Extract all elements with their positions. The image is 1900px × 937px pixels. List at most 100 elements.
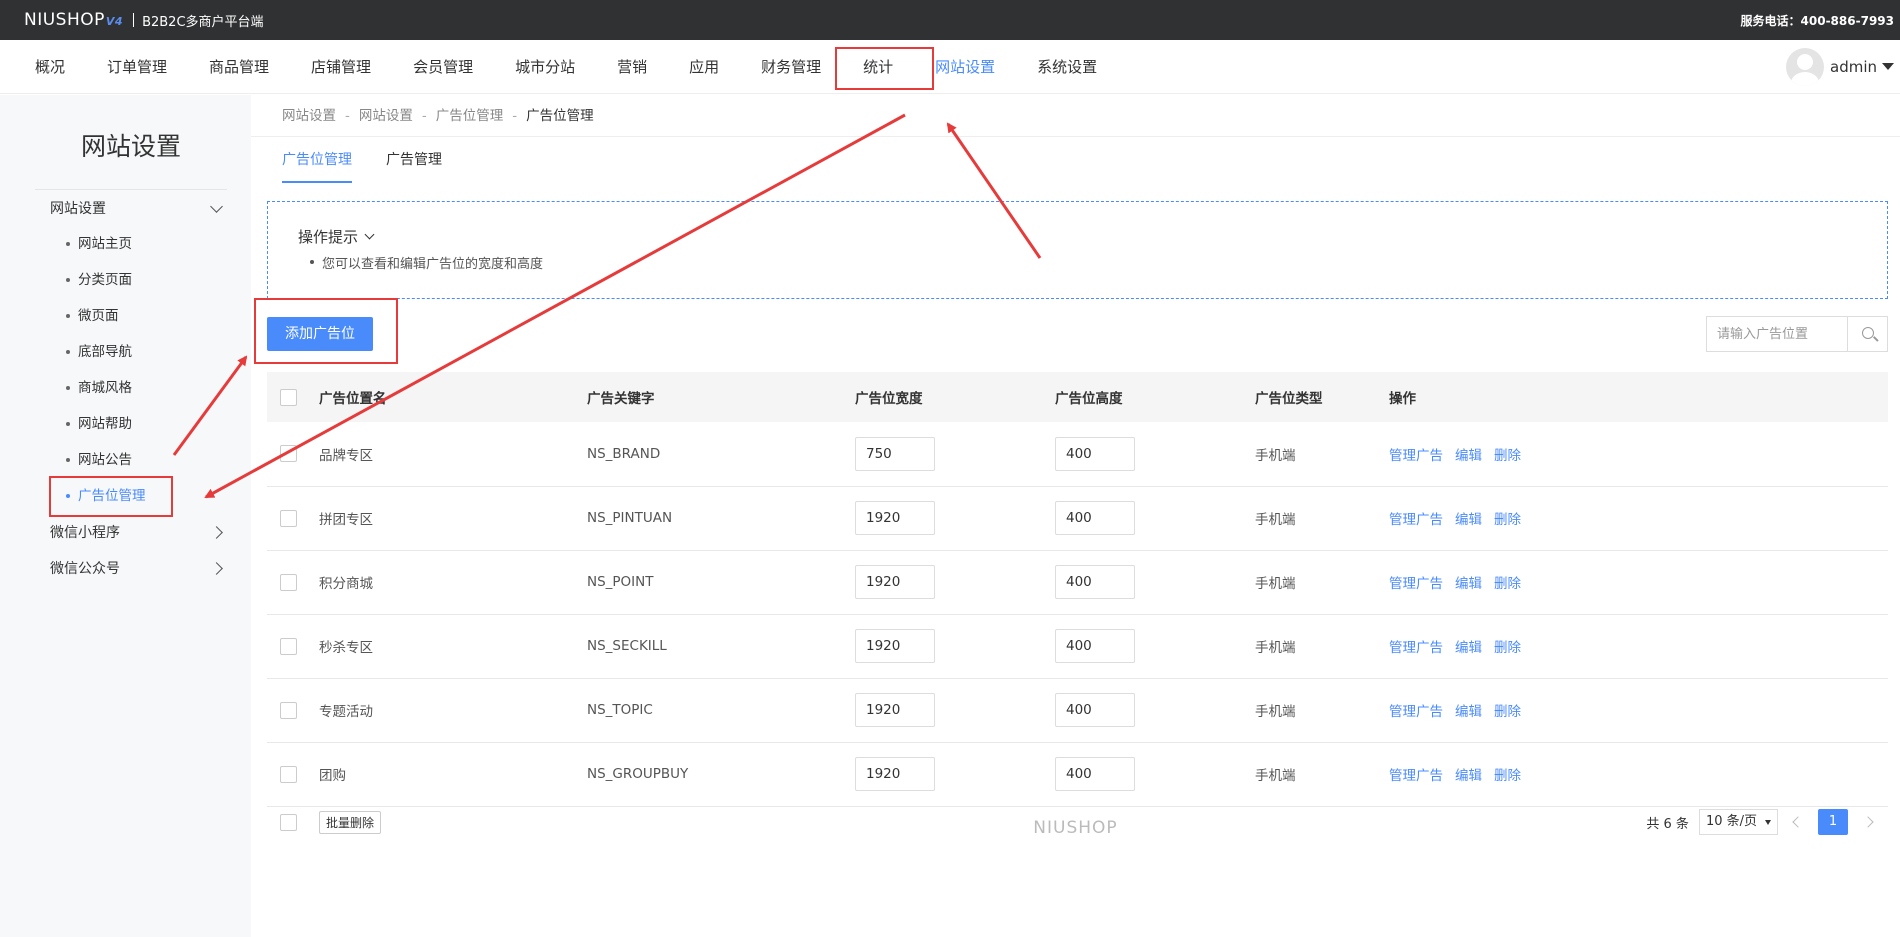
row-checkbox[interactable] xyxy=(280,445,297,463)
nav-members[interactable]: 会员管理 xyxy=(392,40,494,94)
logo[interactable]: NIUSHOPV4 xyxy=(24,10,123,30)
tab-ads[interactable]: 广告管理 xyxy=(386,137,442,183)
nav-shops[interactable]: 店铺管理 xyxy=(290,40,392,94)
width-input[interactable]: 1920 xyxy=(855,693,935,727)
height-input[interactable]: 400 xyxy=(1055,693,1135,727)
row-checkbox[interactable] xyxy=(280,509,297,527)
row-checkbox[interactable] xyxy=(280,573,297,591)
chevron-right-icon xyxy=(210,525,223,539)
avatar xyxy=(1786,47,1824,86)
caret-down-icon xyxy=(1882,63,1894,70)
table-row: 拼团专区 NS_PINTUAN 1920 400 手机端 管理广告 编辑 删除 xyxy=(267,486,1888,550)
service-hotline: 服务电话：400-886-7993 xyxy=(1740,13,1894,28)
edit-link[interactable]: 编辑 xyxy=(1455,704,1482,720)
nav-website-settings[interactable]: 网站设置 xyxy=(914,40,1016,94)
tabs: 广告位管理 广告管理 xyxy=(251,137,1900,183)
platform-name: B2B2C多商户平台端 xyxy=(142,14,264,30)
width-input[interactable]: 1920 xyxy=(855,501,935,535)
nav-system-settings[interactable]: 系统设置 xyxy=(1016,40,1118,94)
cell-keyword: NS_PINTUAN xyxy=(587,510,673,526)
sidebar-group-official-account[interactable]: 微信公众号 xyxy=(50,550,223,586)
delete-link[interactable]: 删除 xyxy=(1494,576,1521,592)
width-input[interactable]: 1920 xyxy=(855,629,935,663)
sidebar-group-website-settings[interactable]: 网站设置 xyxy=(50,190,223,226)
sidebar-item-home[interactable]: 网站主页 xyxy=(66,226,251,262)
ad-slot-table: 广告位置名 广告关键字 广告位宽度 广告位高度 广告位类型 操作 品牌专区 NS… xyxy=(267,372,1888,807)
cell-type: 手机端 xyxy=(1255,576,1296,592)
main-content: 网站设置 - 网站设置 - 广告位管理 - 广告位管理 广告位管理 广告管理 操作提示 您可… xyxy=(251,95,1900,937)
footer-watermark: NIUSHOP xyxy=(1033,818,1118,838)
height-input[interactable]: 400 xyxy=(1055,757,1135,791)
breadcrumb: 网站设置 - 网站设置 - 广告位管理 - 广告位管理 xyxy=(251,95,1900,137)
table-row: 专题活动 NS_TOPIC 1920 400 手机端 管理广告 编辑 删除 xyxy=(267,678,1888,742)
add-ad-slot-button[interactable]: 添加广告位 xyxy=(267,317,373,351)
sidebar-group-mini-program[interactable]: 微信小程序 xyxy=(50,514,223,550)
tab-ad-slots[interactable]: 广告位管理 xyxy=(282,137,352,183)
sidebar-item-notice[interactable]: 网站公告 xyxy=(66,442,251,478)
col-width: 广告位宽度 xyxy=(855,391,923,407)
delete-link[interactable]: 删除 xyxy=(1494,704,1521,720)
edit-link[interactable]: 编辑 xyxy=(1455,640,1482,656)
sidebar-item-ad-slots[interactable]: 广告位管理 xyxy=(66,478,251,514)
width-input[interactable]: 750 xyxy=(855,436,935,471)
user-menu[interactable]: admin xyxy=(1786,47,1900,86)
nav-apps[interactable]: 应用 xyxy=(668,40,740,94)
manage-ads-link[interactable]: 管理广告 xyxy=(1389,512,1443,528)
width-input[interactable]: 1920 xyxy=(855,757,935,791)
nav-finance[interactable]: 财务管理 xyxy=(740,40,842,94)
breadcrumb-item[interactable]: 网站设置 xyxy=(282,108,336,124)
cell-keyword: NS_BRAND xyxy=(587,445,661,462)
edit-link[interactable]: 编辑 xyxy=(1455,512,1482,528)
search-box xyxy=(1706,316,1888,352)
cell-type: 手机端 xyxy=(1255,704,1296,720)
height-input[interactable]: 400 xyxy=(1055,436,1135,471)
height-input[interactable]: 400 xyxy=(1055,501,1135,535)
delete-link[interactable]: 删除 xyxy=(1494,768,1521,784)
row-checkbox[interactable] xyxy=(280,637,297,655)
manage-ads-link[interactable]: 管理广告 xyxy=(1389,576,1443,592)
search-input[interactable] xyxy=(1707,317,1847,351)
nav-statistics[interactable]: 统计 xyxy=(842,40,914,94)
row-checkbox[interactable] xyxy=(280,765,297,783)
delete-link[interactable]: 删除 xyxy=(1494,448,1521,464)
sidebar-item-help[interactable]: 网站帮助 xyxy=(66,406,251,442)
search-icon xyxy=(1862,327,1874,339)
breadcrumb-item[interactable]: 网站设置 xyxy=(359,108,413,124)
nav-orders[interactable]: 订单管理 xyxy=(86,40,188,94)
nav-overview[interactable]: 概况 xyxy=(14,40,86,94)
select-all-checkbox[interactable] xyxy=(280,388,297,406)
row-checkbox[interactable] xyxy=(280,701,297,719)
search-button[interactable] xyxy=(1847,317,1887,351)
sidebar-group-label: 微信小程序 xyxy=(50,525,120,541)
cell-name: 专题活动 xyxy=(319,704,373,720)
cell-keyword: NS_SECKILL xyxy=(587,638,667,654)
cell-name: 团购 xyxy=(319,768,346,784)
delete-link[interactable]: 删除 xyxy=(1494,512,1521,528)
sidebar-item-category-page[interactable]: 分类页面 xyxy=(66,262,251,298)
cell-name: 秒杀专区 xyxy=(319,640,373,656)
sidebar-item-mall-style[interactable]: 商城风格 xyxy=(66,370,251,406)
cell-keyword: NS_GROUPBUY xyxy=(587,766,689,782)
tips-panel: 操作提示 您可以查看和编辑广告位的宽度和高度 xyxy=(267,201,1888,299)
sidebar-item-bottom-nav[interactable]: 底部导航 xyxy=(66,334,251,370)
tips-title: 操作提示 xyxy=(298,228,359,246)
delete-link[interactable]: 删除 xyxy=(1494,640,1521,656)
col-name: 广告位置名 xyxy=(319,391,387,407)
tips-toggle[interactable]: 操作提示 xyxy=(298,226,1857,247)
manage-ads-link[interactable]: 管理广告 xyxy=(1389,768,1443,784)
nav-city-branch[interactable]: 城市分站 xyxy=(494,40,596,94)
username: admin xyxy=(1830,57,1877,76)
width-input[interactable]: 1920 xyxy=(855,565,935,599)
nav-marketing[interactable]: 营销 xyxy=(596,40,668,94)
nav-goods[interactable]: 商品管理 xyxy=(188,40,290,94)
edit-link[interactable]: 编辑 xyxy=(1455,576,1482,592)
edit-link[interactable]: 编辑 xyxy=(1455,768,1482,784)
breadcrumb-item[interactable]: 广告位管理 xyxy=(436,108,504,124)
height-input[interactable]: 400 xyxy=(1055,565,1135,599)
manage-ads-link[interactable]: 管理广告 xyxy=(1389,640,1443,656)
manage-ads-link[interactable]: 管理广告 xyxy=(1389,448,1443,464)
edit-link[interactable]: 编辑 xyxy=(1455,448,1482,464)
height-input[interactable]: 400 xyxy=(1055,629,1135,663)
sidebar-item-micro-page[interactable]: 微页面 xyxy=(66,298,251,334)
manage-ads-link[interactable]: 管理广告 xyxy=(1389,704,1443,720)
